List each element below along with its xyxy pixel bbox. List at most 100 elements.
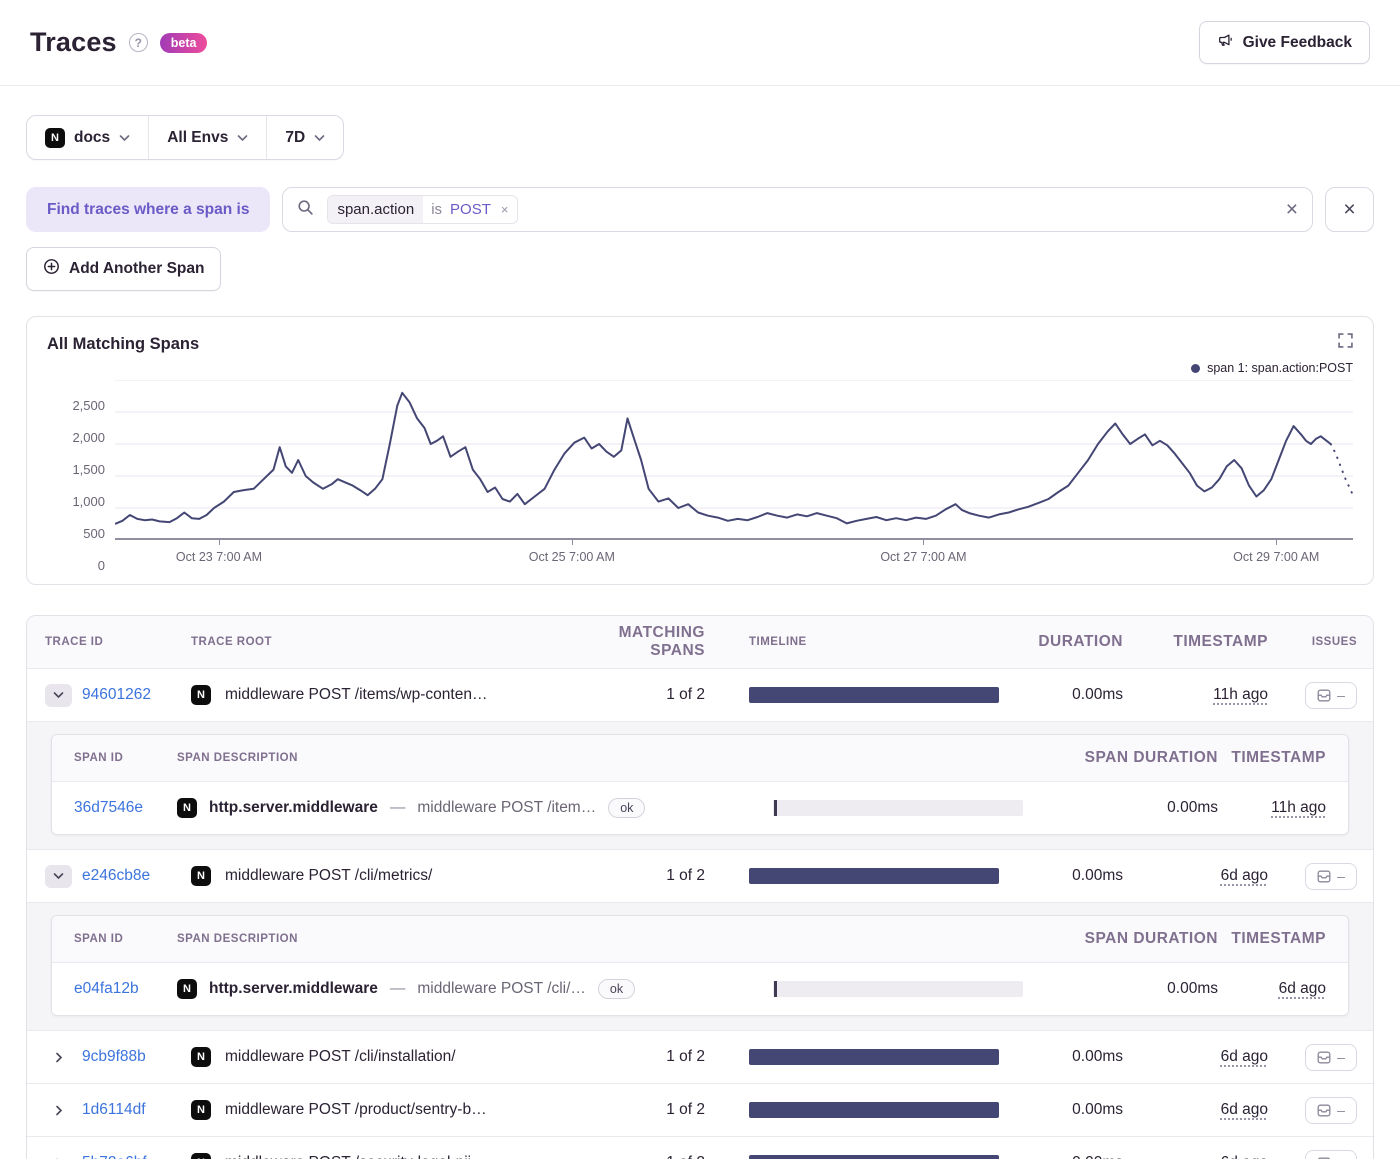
main-content: N docs All Envs 7D Find traces where a s… [0,86,1400,1159]
clear-search-icon[interactable]: × [1286,199,1298,220]
add-another-span-button[interactable]: Add Another Span [26,247,222,291]
col-trace-root: TRACE ROOT [191,636,273,648]
trace-issues-button[interactable]: – [1305,1043,1357,1071]
page-title: Traces [30,27,117,57]
trace-row[interactable]: 1d6114df N middleware POST /product/sent… [27,1084,1373,1137]
trace-duration: 0.00ms [1072,686,1123,703]
page-filter-bar: N docs All Envs 7D [26,115,345,160]
col-span-id: SPAN ID [74,752,124,764]
chart-legend: span 1: span.action:POST [1191,361,1353,375]
legend-series-dot [1191,363,1201,373]
x-axis-tick [923,540,925,545]
col-span-description: SPAN DESCRIPTION [177,933,298,945]
trace-timestamp[interactable]: 6d ago [1221,1048,1268,1065]
date-range-filter[interactable]: 7D [266,116,343,159]
trace-timestamp[interactable]: 11h ago [1213,686,1268,703]
span-status-badge: ok [597,979,636,999]
spans-subtable: SPAN ID SPAN DESCRIPTION SPAN DURATION T… [51,915,1349,1016]
trace-timestamp[interactable]: 6d ago [1221,867,1268,884]
trace-id-link[interactable]: 1d6114df [82,1101,146,1119]
trace-timeline-bar [749,687,999,703]
nextjs-logo-icon: N [177,979,197,999]
col-span-timestamp: TIMESTAMP [1231,930,1326,947]
trace-issues-button[interactable]: – [1305,1149,1357,1159]
issues-count-dash: – [1337,687,1345,703]
trace-timeline-bar [749,1155,999,1159]
trace-timestamp[interactable]: 6d ago [1221,1154,1268,1159]
issues-box-icon [1317,870,1331,882]
span-timestamp[interactable]: 6d ago [1279,980,1326,997]
expand-trace-icon[interactable] [45,1105,72,1116]
col-span-id: SPAN ID [74,933,124,945]
x-axis-tick [571,540,573,545]
chevron-down-icon [119,134,130,142]
expand-chart-icon[interactable] [1338,333,1353,353]
expand-trace-icon[interactable] [45,1052,72,1063]
span-id-link[interactable]: 36d7546e [74,799,143,816]
trace-id-link[interactable]: 9cb9f88b [82,1048,146,1066]
y-axis-tick-label: 500 [83,526,105,541]
nextjs-logo-icon: N [191,1047,211,1067]
remove-span-query-button[interactable]: × [1325,187,1374,232]
trace-id-link[interactable]: e246cb8e [82,867,150,885]
x-axis-tick [218,540,220,545]
trace-issues-button[interactable]: – [1305,862,1357,890]
trace-row[interactable]: 5b72a6bf N middleware POST /security-leg… [27,1137,1373,1159]
search-filter-token[interactable]: span.action is POST × [327,195,519,224]
x-axis-tick-label: Oct 25 7:00 AM [528,550,615,564]
expanded-spans-section: SPAN ID SPAN DESCRIPTION SPAN DURATION T… [27,903,1373,1031]
span-row[interactable]: e04fa12b N http.server.middleware — midd… [52,963,1348,1015]
nextjs-logo-icon: N [191,1100,211,1120]
y-axis-tick-label: 2,500 [72,398,105,413]
trace-row[interactable]: 9cb9f88b N middleware POST /cli/installa… [27,1031,1373,1084]
help-icon[interactable]: ? [128,33,148,52]
trace-id-link[interactable]: 94601262 [82,686,151,704]
trace-row[interactable]: e246cb8e N middleware POST /cli/metrics/… [27,850,1373,903]
x-axis-tick-label: Oct 27 7:00 AM [880,550,967,564]
issues-count-dash: – [1337,1155,1345,1159]
legend-series-label: span 1: span.action:POST [1207,361,1353,375]
separator-dash: — [389,799,406,816]
environment-filter-label: All Envs [167,128,229,146]
collapse-trace-icon[interactable] [45,683,72,707]
expanded-spans-section: SPAN ID SPAN DESCRIPTION SPAN DURATION T… [27,722,1373,850]
matching-spans-count: 1 of 2 [666,1048,705,1065]
trace-id-link[interactable]: 5b72a6bf [82,1154,147,1159]
environment-filter[interactable]: All Envs [148,116,266,159]
x-axis-tick-label: Oct 23 7:00 AM [175,550,263,564]
chart-title: All Matching Spans [47,335,200,353]
span-search-row: Find traces where a span is span.action … [26,187,1374,232]
trace-duration: 0.00ms [1072,1048,1123,1065]
span-description: middleware POST /item… [417,799,597,816]
x-axis-tick [1276,540,1278,545]
col-span-duration: SPAN DURATION [1084,749,1218,766]
trace-duration: 0.00ms [1072,867,1123,884]
span-timestamp[interactable]: 11h ago [1271,799,1326,816]
span-search-input[interactable]: span.action is POST × × [282,187,1313,232]
span-operation: http.server.middleware [209,799,378,816]
remove-token-icon[interactable]: × [491,202,518,217]
issues-count-dash: – [1337,1049,1345,1065]
span-row[interactable]: 36d7546e N http.server.middleware — midd… [52,782,1348,834]
trace-row[interactable]: 94601262 N middleware POST /items/wp-con… [27,669,1373,722]
token-value: POST [450,201,491,218]
y-axis-tick-label: 2,000 [72,430,105,445]
megaphone-icon [1217,32,1234,53]
trace-issues-button[interactable]: – [1305,1096,1357,1124]
trace-root-label: middleware POST /cli/metrics/ [225,867,433,884]
issues-box-icon [1317,689,1331,701]
collapse-trace-icon[interactable] [45,864,72,888]
trace-issues-button[interactable]: – [1305,681,1357,709]
x-axis-tick-label: Oct 29 7:00 AM [1233,550,1320,564]
project-filter[interactable]: N docs [27,116,148,159]
span-id-link[interactable]: e04fa12b [74,980,139,997]
col-duration: DURATION [1038,633,1123,650]
col-matching-spans: MATCHING SPANS [618,624,705,659]
trace-duration: 0.00ms [1019,1154,1123,1159]
token-key: span.action [328,196,424,223]
nextjs-logo-icon: N [177,798,197,818]
y-axis-tick-label: 1,500 [72,462,105,477]
trace-timestamp[interactable]: 6d ago [1221,1101,1268,1118]
give-feedback-button[interactable]: Give Feedback [1198,21,1370,64]
separator-dash: — [389,980,406,997]
